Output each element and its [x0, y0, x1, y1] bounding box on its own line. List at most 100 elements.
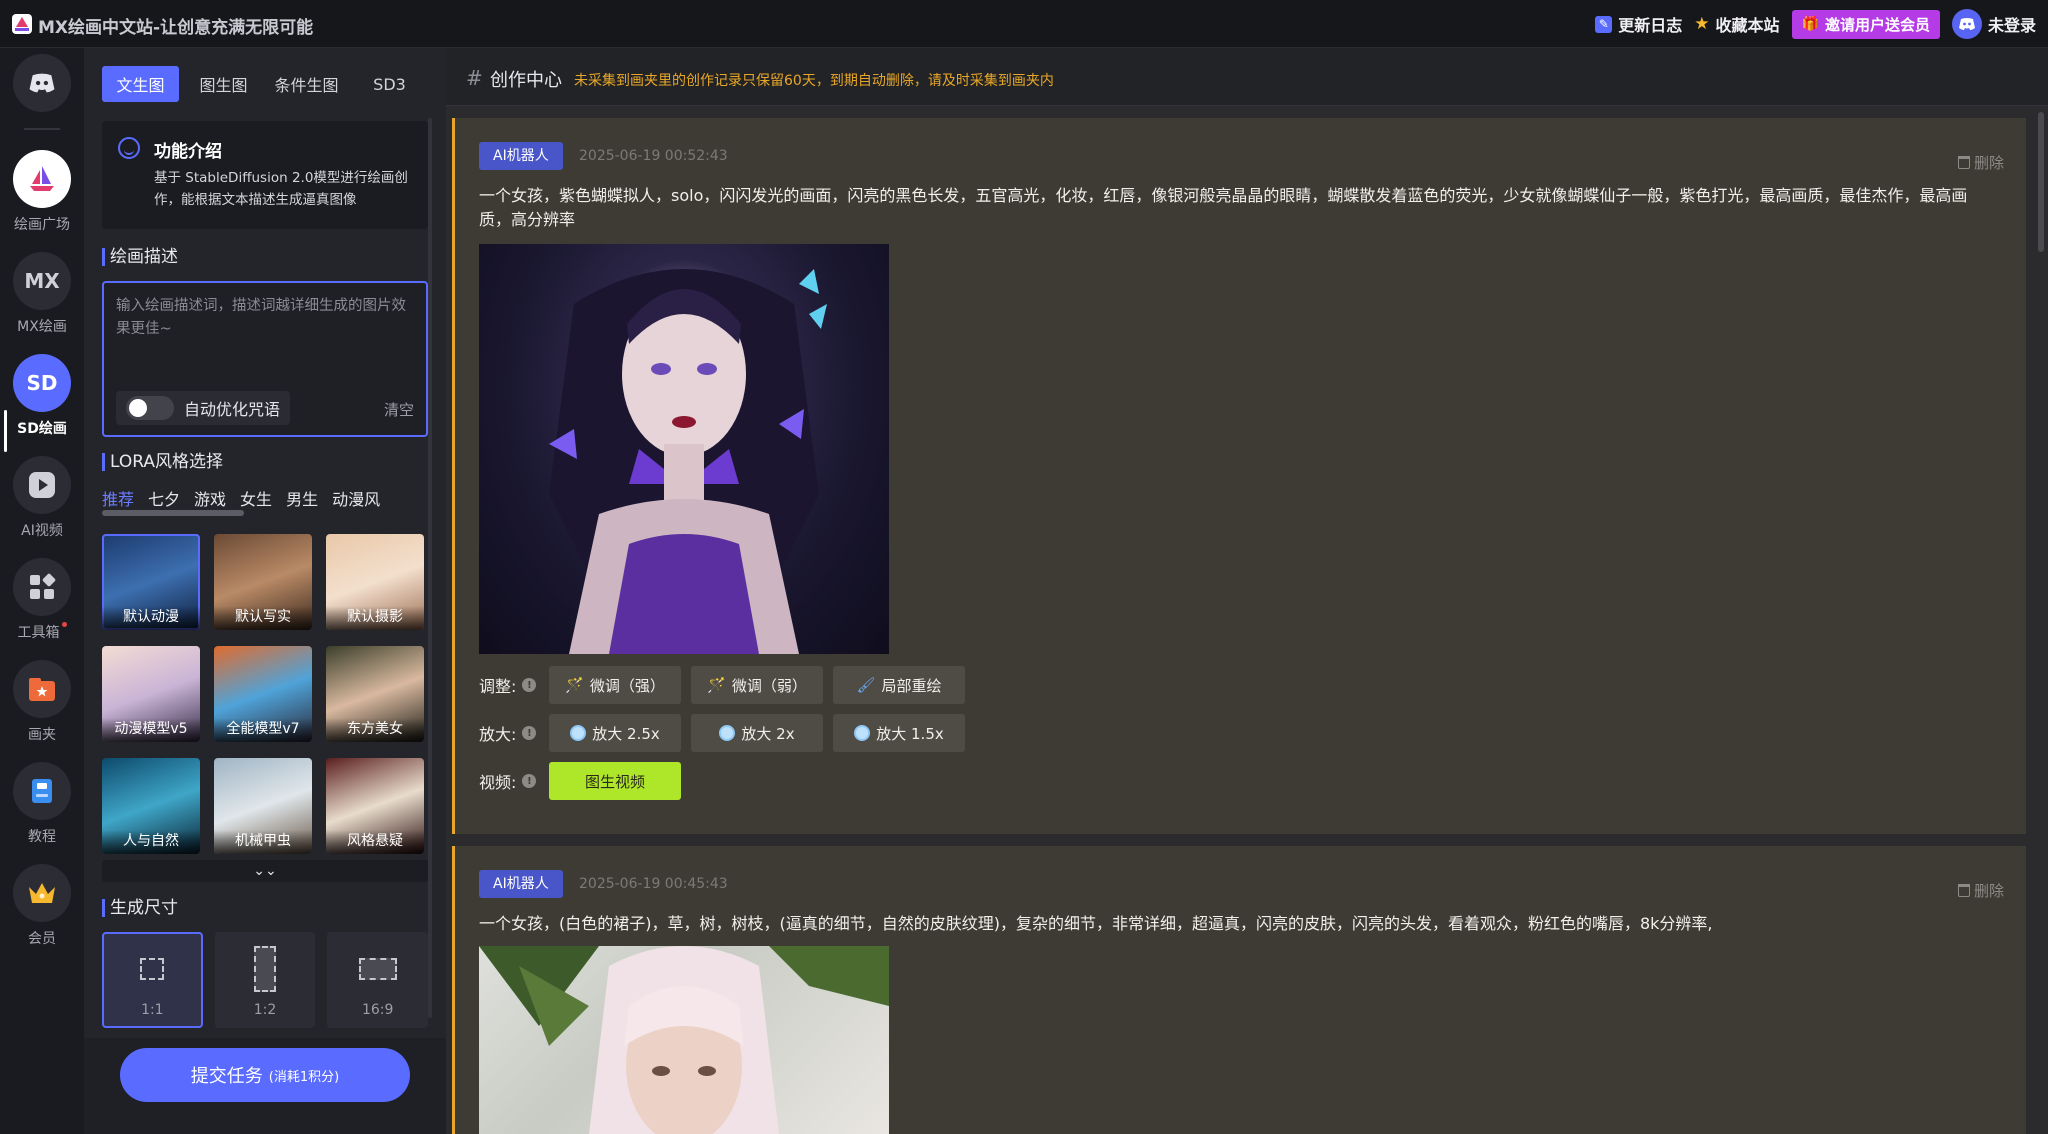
smile-icon: [118, 137, 140, 159]
fine-tune-weak-button[interactable]: 🪄 微调（弱）: [691, 666, 823, 704]
video-row: 视频: ! 图生视频: [479, 762, 681, 800]
info-icon[interactable]: !: [522, 678, 537, 692]
left-nav: 绘画广场 MX MX绘画 SD SD绘画 AI视频 工具箱 画夹 教程 会员: [0, 48, 84, 1134]
nav-sd[interactable]: SD SD绘画: [0, 354, 84, 438]
auto-optimize-label: 自动优化咒语: [184, 400, 281, 419]
lora-card[interactable]: 默认动漫: [102, 534, 200, 630]
nav-toolbox[interactable]: 工具箱: [0, 558, 84, 642]
generated-image[interactable]: [479, 946, 889, 1134]
notification-dot: [61, 622, 67, 627]
btn-label: 放大 1.5x: [876, 724, 944, 743]
main-scrollbar[interactable]: [2038, 112, 2044, 252]
generation-panel: 文生图 图生图 条件生图 SD3 功能介绍 基于 StableDiffusion…: [84, 48, 446, 1134]
tab-image-to-image[interactable]: 图生图: [185, 66, 262, 102]
star-icon: ★: [1694, 14, 1710, 34]
generated-image[interactable]: [479, 244, 889, 654]
nav-member[interactable]: 会员: [0, 864, 84, 948]
magic-wand-icon: 🪄: [565, 676, 584, 694]
delete-button[interactable]: 删除: [1957, 880, 2004, 901]
lora-tab[interactable]: 动漫风: [332, 486, 380, 510]
lora-name: 动漫模型v5: [102, 718, 200, 742]
image-to-video-button[interactable]: 图生视频: [549, 762, 681, 800]
lora-card[interactable]: 动漫模型v5: [102, 646, 200, 742]
nav-plaza[interactable]: 绘画广场: [0, 150, 84, 234]
nav-mx[interactable]: MX MX绘画: [0, 252, 84, 336]
lora-tab[interactable]: 推荐: [102, 486, 134, 510]
generated-image-art: [479, 946, 889, 1134]
grid-icon: [13, 558, 71, 616]
size-option-1-2[interactable]: 1:2: [214, 932, 316, 1028]
lora-name: 东方美女: [326, 718, 424, 742]
toggle-switch[interactable]: [126, 396, 174, 420]
timestamp: 2025-06-19 00:52:43: [579, 148, 728, 164]
lora-card[interactable]: 默认写实: [214, 534, 312, 630]
lora-card[interactable]: 东方美女: [326, 646, 424, 742]
lora-tab[interactable]: 七夕: [148, 486, 180, 510]
book-icon: [13, 762, 71, 820]
lora-tabs-scrollbar[interactable]: [102, 510, 244, 516]
fine-tune-strong-button[interactable]: 🪄 微调（强）: [549, 666, 681, 704]
video-label-wrap: 视频: !: [479, 769, 539, 793]
btn-label: 微调（弱）: [731, 676, 807, 695]
trash-icon: [1957, 156, 1970, 169]
submit-label: 提交任务: [190, 1066, 263, 1087]
nav-label: SD绘画: [17, 421, 67, 437]
bookmark-link[interactable]: ★ 收藏本站: [1694, 12, 1779, 36]
size-option-1-1[interactable]: 1:1: [102, 932, 203, 1028]
mx-badge: MX: [13, 252, 71, 310]
tab-conditional[interactable]: 条件生图: [268, 66, 345, 102]
btn-label: 局部重绘: [881, 676, 942, 695]
info-icon[interactable]: !: [522, 774, 537, 788]
lora-tab[interactable]: 游戏: [194, 486, 226, 510]
nav-discord[interactable]: [0, 54, 84, 112]
btn-label: 放大 2.5x: [592, 724, 660, 743]
size-option-16-9[interactable]: 16:9: [327, 932, 429, 1028]
creation-card: AI机器人 2025-06-19 00:45:43 删除 一个女孩，(白色的裙子…: [452, 846, 2026, 1134]
inpaint-button[interactable]: 🖌 局部重绘: [833, 666, 965, 704]
timestamp: 2025-06-19 00:45:43: [579, 876, 728, 892]
tab-sd3[interactable]: SD3: [351, 66, 428, 102]
nav-ai-video[interactable]: AI视频: [0, 456, 84, 540]
info-icon[interactable]: !: [522, 726, 537, 740]
sailboat-icon: [13, 150, 71, 208]
nav-divider: [24, 128, 60, 130]
changelog-link[interactable]: ✎ 更新日志: [1595, 12, 1682, 36]
delete-label: 删除: [1973, 882, 2004, 900]
upscale-label: 放大:: [479, 725, 517, 744]
lora-name: 默认写实: [214, 606, 312, 630]
submit-button[interactable]: 提交任务 (消耗1积分): [120, 1048, 410, 1102]
panel-scrollbar[interactable]: [428, 118, 432, 1018]
nav-folder[interactable]: 画夹: [0, 660, 84, 744]
nav-tutorial[interactable]: 教程: [0, 762, 84, 846]
lora-name: 人与自然: [102, 830, 200, 854]
adjust-row: 调整: ! 🪄 微调（强） 🪄 微调（弱） 🖌 局部重绘: [479, 666, 965, 704]
lora-card[interactable]: 默认摄影: [326, 534, 424, 630]
intro-desc: 基于 StableDiffusion 2.0模型进行绘画创作，能根据文本描述生成…: [154, 170, 408, 208]
upscale-2x-button[interactable]: 放大 2x: [691, 714, 823, 752]
lora-tab[interactable]: 男生: [286, 486, 318, 510]
login-link[interactable]: 未登录: [1951, 9, 2036, 39]
upscale-1-5x-button[interactable]: 放大 1.5x: [833, 714, 965, 752]
auto-optimize-toggle[interactable]: 自动优化咒语: [116, 391, 291, 425]
lora-card[interactable]: 全能模型v7: [214, 646, 312, 742]
lora-card[interactable]: 机械甲虫: [214, 758, 312, 854]
toolbox-label: 工具箱: [17, 625, 60, 641]
lora-tab[interactable]: 女生: [240, 486, 272, 510]
delete-button[interactable]: 删除: [1957, 152, 2004, 173]
top-bar: MX绘画中文站-让创意充满无限可能 ✎ 更新日志 ★ 收藏本站 🎁 邀请用户送会…: [0, 0, 2048, 48]
intro-title: 功能介绍: [154, 142, 222, 162]
hash-icon: #: [466, 66, 483, 90]
video-label: 视频:: [479, 773, 517, 792]
upscale-row: 放大: ! 放大 2.5x 放大 2x 放大 1.5x: [479, 714, 965, 752]
main-header: # 创作中心 未采集到画夹里的创作记录只保留60天，到期自动删除，请及时采集到画…: [446, 48, 2048, 106]
login-label: 未登录: [1987, 16, 2036, 35]
upscale-2-5x-button[interactable]: 放大 2.5x: [549, 714, 681, 752]
prompt-input[interactable]: 输入绘画描述词，描述词越详细生成的图片效果更佳~ 自动优化咒语 清空: [102, 281, 428, 437]
clear-button[interactable]: 清空: [384, 399, 414, 420]
expand-more-button[interactable]: ⌄⌄: [102, 860, 428, 882]
lora-card[interactable]: 风格悬疑: [326, 758, 424, 854]
changelog-label: 更新日志: [1618, 16, 1683, 35]
lora-card[interactable]: 人与自然: [102, 758, 200, 854]
invite-button[interactable]: 🎁 邀请用户送会员: [1791, 9, 1940, 39]
tab-text-to-image[interactable]: 文生图: [102, 66, 179, 102]
